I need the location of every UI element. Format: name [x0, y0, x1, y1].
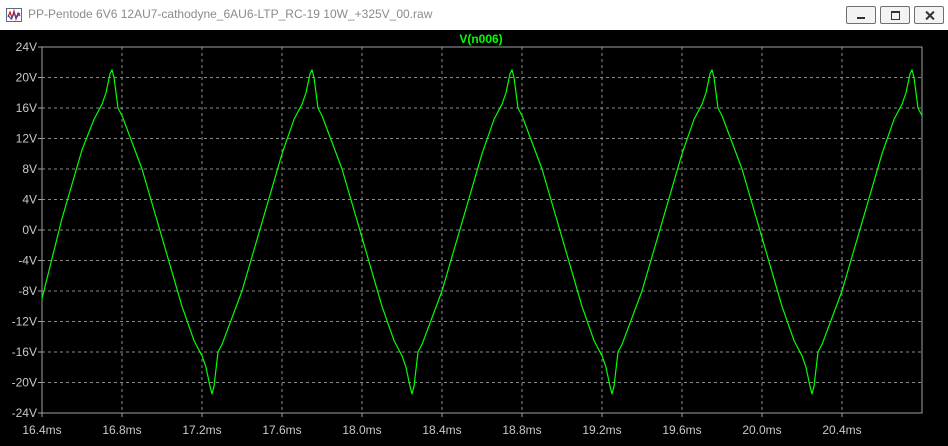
y-tick-label: 16V: [16, 101, 37, 115]
x-tick-label: 18.4ms: [422, 423, 461, 437]
y-tick-label: -20V: [12, 376, 37, 390]
minimize-button[interactable]: [846, 6, 876, 24]
x-tick-label: 20.0ms: [742, 423, 781, 437]
y-tick-label: -16V: [12, 345, 37, 359]
title-bar[interactable]: PP-Pentode 6V6 12AU7-cathodyne_6AU6-LTP_…: [0, 0, 948, 30]
x-tick-label: 16.8ms: [102, 423, 141, 437]
x-tick-label: 20.4ms: [822, 423, 861, 437]
y-tick-label: 8V: [22, 162, 37, 176]
y-tick-label: 4V: [22, 193, 37, 207]
x-tick-label: 19.6ms: [662, 423, 701, 437]
y-tick-label: -8V: [18, 284, 37, 298]
y-tick-label: 24V: [16, 40, 37, 54]
restore-button[interactable]: [880, 6, 910, 24]
waveform-window: PP-Pentode 6V6 12AU7-cathodyne_6AU6-LTP_…: [0, 0, 948, 446]
x-tick-label: 18.0ms: [342, 423, 381, 437]
waveform-chart[interactable]: V(n006) 16.4ms 16.8ms 17.2ms 17.6ms 18.0ms 18…: [0, 30, 948, 446]
close-button[interactable]: [914, 6, 944, 24]
y-tick-label: 0V: [22, 223, 37, 237]
x-tick-label: 17.2ms: [182, 423, 221, 437]
y-tick-label: -4V: [18, 254, 37, 268]
y-tick-label: -24V: [12, 406, 37, 420]
plot-pane[interactable]: V(n006) 16.4ms 16.8ms 17.2ms 17.6ms 18.0ms 18…: [0, 30, 948, 446]
x-tick-label: 18.8ms: [502, 423, 541, 437]
trace-label[interactable]: V(n006): [459, 32, 502, 46]
x-tick-label: 16.4ms: [22, 423, 61, 437]
y-tick-label: 20V: [16, 71, 37, 85]
window-title: PP-Pentode 6V6 12AU7-cathodyne_6AU6-LTP_…: [28, 7, 433, 21]
x-tick-label: 19.2ms: [582, 423, 621, 437]
x-tick-label: 17.6ms: [262, 423, 301, 437]
series-line-V(n006)[interactable]: [41, 69, 923, 395]
y-tick-label: 12V: [16, 132, 37, 146]
y-tick-label: -12V: [12, 315, 37, 329]
waveform-viewer-icon: [6, 8, 22, 22]
